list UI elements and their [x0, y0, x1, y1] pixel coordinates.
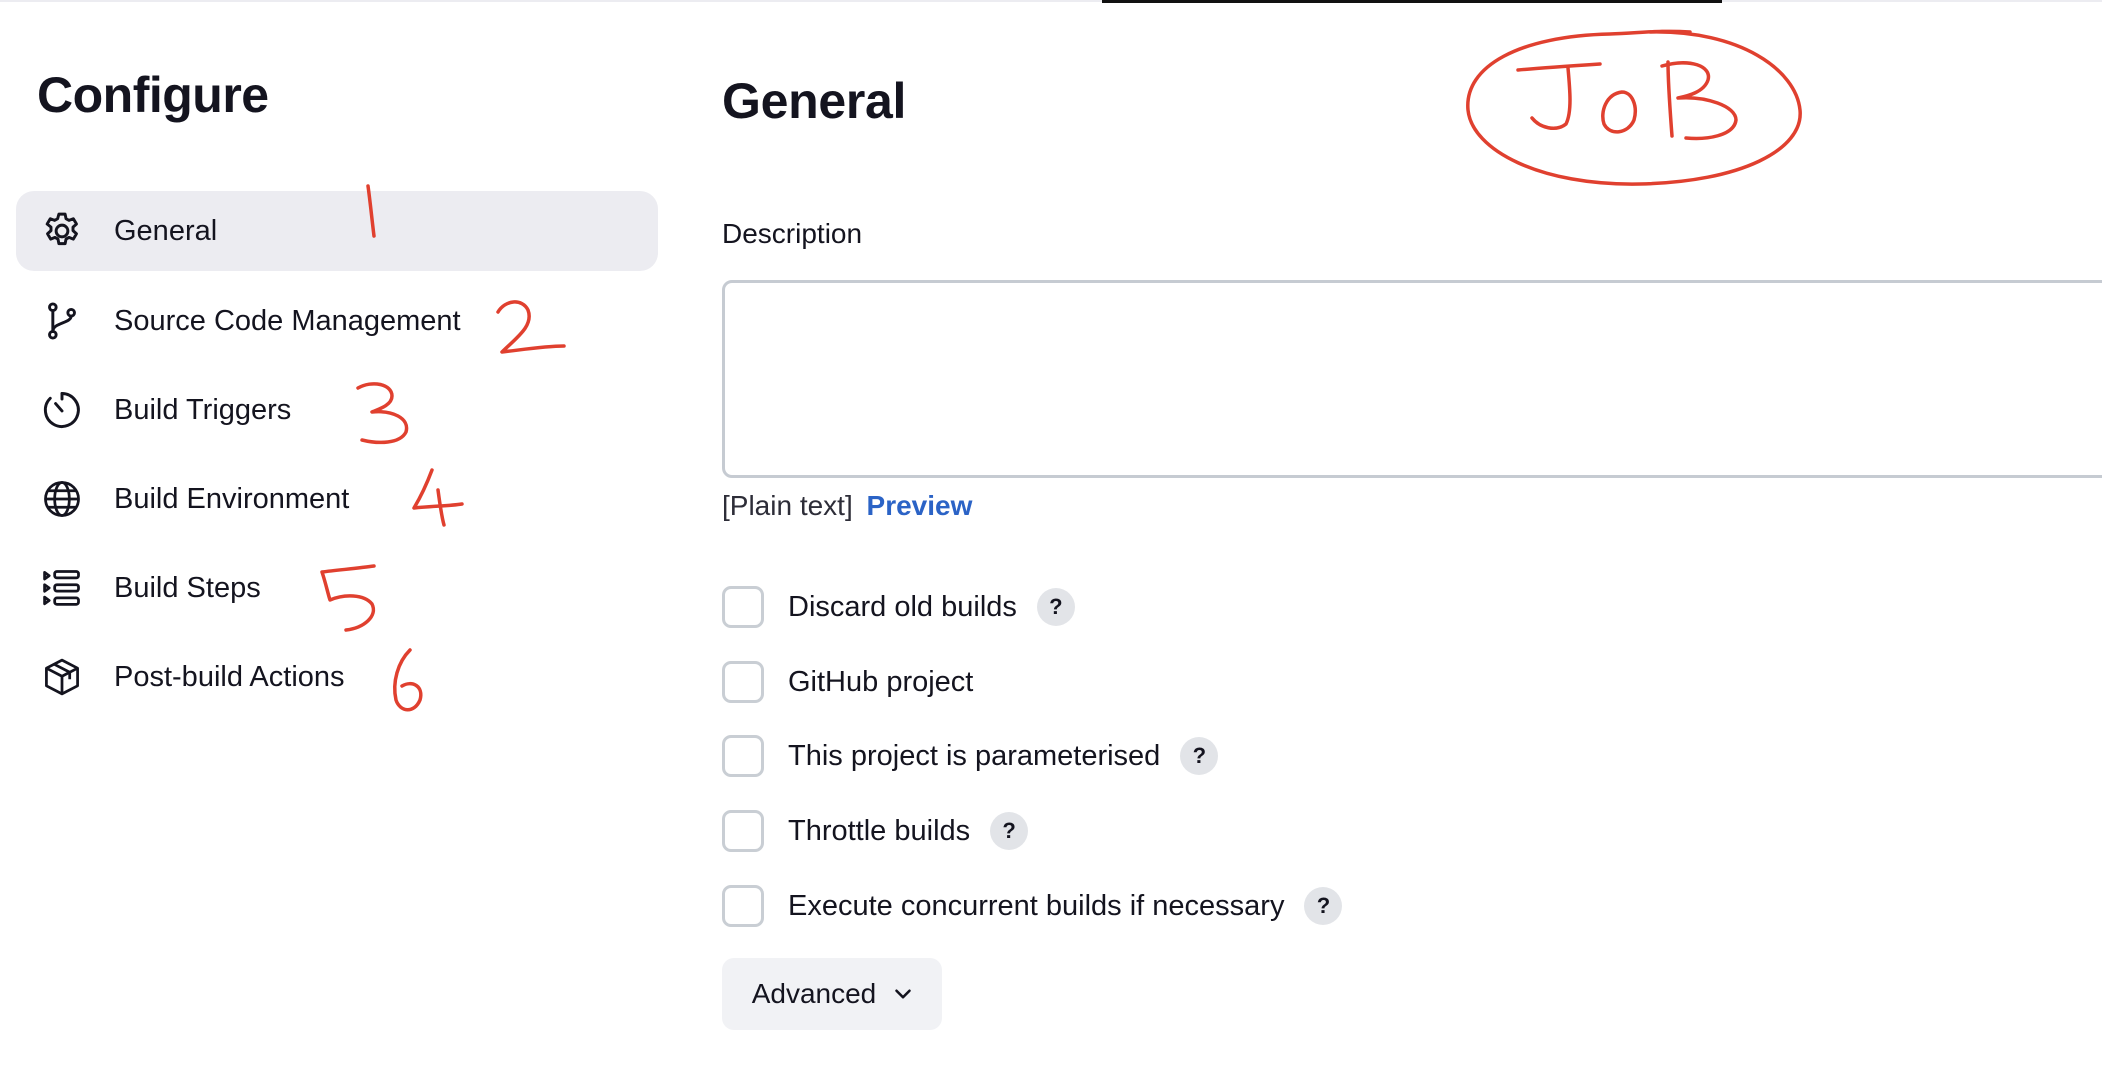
option-label: GitHub project — [788, 665, 974, 698]
option-github-project: GitHub project — [722, 660, 973, 704]
sidebar-item-build-environment[interactable]: Build Environment — [16, 459, 658, 539]
preview-link[interactable]: Preview — [867, 490, 973, 521]
option-parameterised: This project is parameterised ? — [722, 734, 1219, 778]
description-label: Description — [722, 218, 863, 249]
top-toolbar-edge — [1102, 0, 1722, 3]
help-icon[interactable]: ? — [1304, 887, 1343, 925]
help-icon[interactable]: ? — [990, 812, 1029, 850]
annotation-job-circle — [1466, 29, 1802, 186]
git-branch-icon — [40, 299, 84, 343]
description-field[interactable] — [722, 280, 2102, 478]
sidebar-item-build-triggers[interactable]: Build Triggers — [16, 370, 658, 450]
sidebar-item-source-code-management[interactable]: Source Code Management — [16, 281, 658, 361]
plain-text-label: [Plain text] — [722, 490, 853, 521]
package-icon — [40, 655, 84, 699]
option-discard-old-builds: Discard old builds ? — [722, 585, 1075, 629]
option-label: Execute concurrent builds if necessary — [788, 889, 1285, 922]
option-label: Discard old builds — [788, 590, 1017, 623]
sidebar-item-general[interactable]: General — [16, 191, 658, 271]
sidebar-item-label: Source Code Management — [114, 304, 461, 337]
timer-icon — [40, 388, 84, 432]
top-divider — [0, 0, 2102, 2]
sidebar-item-label: Build Triggers — [114, 393, 292, 426]
help-icon[interactable]: ? — [1180, 737, 1219, 775]
gear-icon — [40, 209, 84, 253]
throttle-builds-checkbox[interactable] — [722, 810, 764, 852]
description-format-hint: [Plain text] Preview — [722, 490, 972, 522]
advanced-button[interactable]: Advanced — [722, 958, 942, 1030]
concurrent-builds-checkbox[interactable] — [722, 885, 764, 927]
discard-old-builds-checkbox[interactable] — [722, 586, 764, 628]
chevron-down-icon — [895, 989, 912, 999]
advanced-label: Advanced — [751, 978, 877, 1009]
option-label: Throttle builds — [788, 814, 971, 847]
page-title: General — [722, 73, 907, 129]
sidebar-item-post-build-actions[interactable]: Post-build Actions — [16, 637, 658, 717]
list-steps-icon — [40, 566, 84, 610]
sidebar-item-label: Build Steps — [114, 571, 261, 604]
option-concurrent-builds: Execute concurrent builds if necessary ? — [722, 884, 1343, 928]
github-project-checkbox[interactable] — [722, 661, 764, 703]
help-icon[interactable]: ? — [1036, 588, 1075, 626]
parameterised-checkbox[interactable] — [722, 735, 764, 777]
sidebar-item-label: Post-build Actions — [114, 660, 345, 693]
option-label: This project is parameterised — [788, 739, 1161, 772]
sidebar-item-label: General — [114, 214, 218, 247]
sidebar-title: Configure — [37, 67, 269, 123]
sidebar-item-label: Build Environment — [114, 482, 350, 515]
globe-icon — [40, 477, 84, 521]
option-throttle-builds: Throttle builds ? — [722, 809, 1029, 853]
sidebar-item-build-steps[interactable]: Build Steps — [16, 548, 658, 628]
